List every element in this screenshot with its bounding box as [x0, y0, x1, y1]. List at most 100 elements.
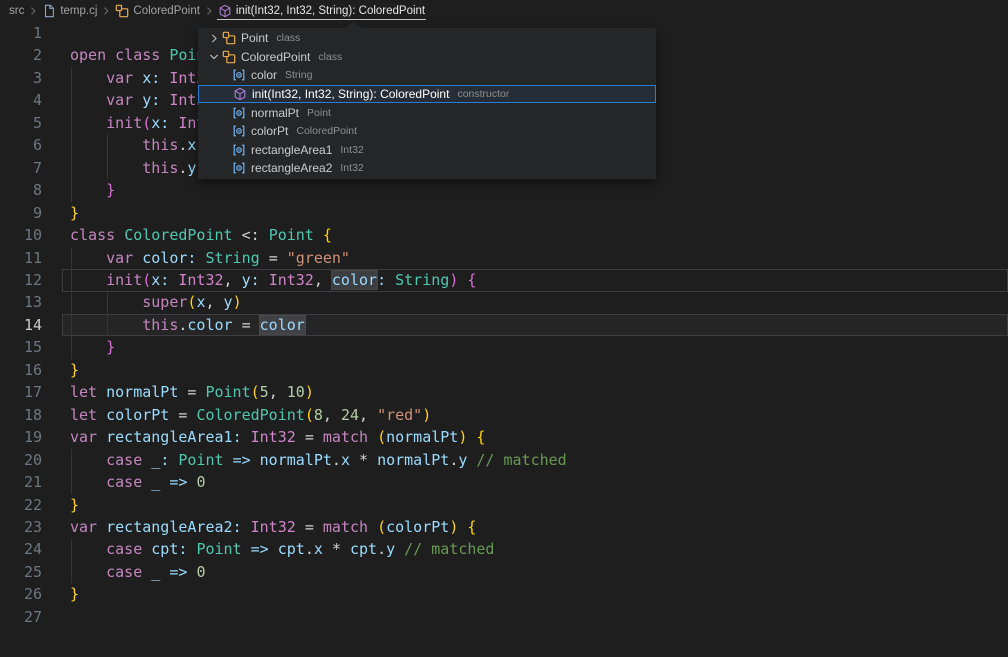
- chevron-right-icon: [100, 5, 112, 17]
- code-line[interactable]: 18 let colorPt = ColoredPoint(8, 24, "re…: [0, 404, 1008, 426]
- file-icon: [42, 4, 56, 18]
- code-line[interactable]: 17 let normalPt = Point(5, 10): [0, 381, 1008, 403]
- field-icon: [232, 161, 246, 175]
- line-content: class ColoredPoint <: Point {: [42, 224, 332, 246]
- chevron-right-icon[interactable]: [206, 32, 222, 45]
- line-number: 16: [0, 359, 42, 381]
- line-number: 7: [0, 157, 42, 179]
- code-line[interactable]: 14 this.color = color: [0, 314, 1008, 336]
- chevron-down-icon[interactable]: [206, 50, 222, 63]
- line-number: 1: [0, 22, 42, 44]
- code-line[interactable]: 19 var rectangleArea1: Int32 = match (no…: [0, 426, 1008, 448]
- line-number: 8: [0, 179, 42, 201]
- line-number: 17: [0, 381, 42, 403]
- breadcrumb: src temp.cj ColoredPoint init(Int32, Int…: [0, 0, 1008, 22]
- line-content: let normalPt = Point(5, 10): [42, 381, 314, 403]
- line-number: 24: [0, 538, 42, 560]
- field-icon: [232, 143, 246, 157]
- line-content: }: [42, 179, 115, 201]
- line-content: init(x: Int32, y: Int32, color: String) …: [42, 269, 476, 291]
- symbol-picker-item[interactable]: normalPt Point: [198, 103, 656, 122]
- code-line[interactable]: 23 var rectangleArea2: Int32 = match (co…: [0, 516, 1008, 538]
- breadcrumb-item-init-int32-int32-string-[interactable]: init(Int32, Int32, String): ColoredPoint: [217, 2, 426, 20]
- field-icon: [232, 106, 246, 120]
- breadcrumb-item-src[interactable]: src: [8, 3, 25, 20]
- constructor-icon: [218, 4, 232, 18]
- chevron-right-icon: [203, 5, 215, 17]
- line-content: var rectangleArea2: Int32 = match (color…: [42, 516, 476, 538]
- line-number: 6: [0, 134, 42, 156]
- line-content: }: [42, 494, 79, 516]
- symbol-picker-item[interactable]: Point class: [198, 29, 656, 48]
- line-content: case cpt: Point => cpt.x * cpt.y // matc…: [42, 538, 494, 560]
- line-content: [42, 22, 70, 44]
- line-number: 15: [0, 336, 42, 358]
- line-content: super(x, y): [42, 291, 242, 313]
- line-number: 18: [0, 404, 42, 426]
- code-line[interactable]: 21 case _ => 0: [0, 471, 1008, 493]
- line-number: 26: [0, 583, 42, 605]
- field-icon: [232, 68, 246, 82]
- line-content: }: [42, 583, 79, 605]
- line-content: case _ => 0: [42, 561, 205, 583]
- line-number: 4: [0, 89, 42, 111]
- symbol-picker-item[interactable]: color String: [198, 66, 656, 85]
- code-line[interactable]: 24 case cpt: Point => cpt.x * cpt.y // m…: [0, 538, 1008, 560]
- line-number: 14: [0, 314, 42, 336]
- line-number: 23: [0, 516, 42, 538]
- line-number: 3: [0, 67, 42, 89]
- line-number: 13: [0, 291, 42, 313]
- class-icon: [222, 31, 236, 45]
- code-line[interactable]: 27: [0, 606, 1008, 628]
- class-icon: [115, 4, 129, 18]
- line-number: 9: [0, 202, 42, 224]
- code-line[interactable]: 12 init(x: Int32, y: Int32, color: Strin…: [0, 269, 1008, 291]
- symbol-picker-item[interactable]: colorPt ColoredPoint: [198, 122, 656, 141]
- line-content: }: [42, 336, 115, 358]
- vscode-editor-window: src temp.cj ColoredPoint init(Int32, Int…: [0, 0, 1008, 657]
- code-line[interactable]: 13 super(x, y): [0, 291, 1008, 313]
- dropdown-notch: [345, 22, 361, 28]
- line-number: 27: [0, 606, 42, 628]
- line-number: 19: [0, 426, 42, 448]
- line-number: 25: [0, 561, 42, 583]
- line-content: [42, 606, 70, 628]
- symbol-picker-item[interactable]: rectangleArea2 Int32: [198, 159, 656, 178]
- code-line[interactable]: 15 }: [0, 336, 1008, 358]
- line-content: case _ => 0: [42, 471, 205, 493]
- line-content: }: [42, 202, 79, 224]
- code-line[interactable]: 10 class ColoredPoint <: Point {: [0, 224, 1008, 246]
- constructor-icon: [233, 87, 247, 101]
- code-line[interactable]: 9 }: [0, 202, 1008, 224]
- code-line[interactable]: 22 }: [0, 494, 1008, 516]
- breadcrumb-item-temp-cj[interactable]: temp.cj: [41, 3, 98, 20]
- breadcrumb-symbol-dropdown: Point class ColoredPoint class color Str…: [198, 28, 656, 179]
- chevron-right-icon: [27, 5, 39, 17]
- code-line[interactable]: 16 }: [0, 359, 1008, 381]
- line-number: 10: [0, 224, 42, 246]
- code-line[interactable]: 11 var color: String = "green": [0, 247, 1008, 269]
- field-icon: [232, 124, 246, 138]
- line-content: var y: Int32: [42, 89, 215, 111]
- line-number: 21: [0, 471, 42, 493]
- class-icon: [222, 50, 236, 64]
- symbol-picker-item-selected[interactable]: init(Int32, Int32, String): ColoredPoint…: [198, 85, 656, 104]
- line-number: 11: [0, 247, 42, 269]
- line-content: let colorPt = ColoredPoint(8, 24, "red"): [42, 404, 431, 426]
- line-number: 12: [0, 269, 42, 291]
- breadcrumb-item-coloredpoint[interactable]: ColoredPoint: [114, 3, 200, 20]
- symbol-picker-item[interactable]: rectangleArea1 Int32: [198, 141, 656, 160]
- line-content: }: [42, 359, 79, 381]
- line-content: this.color = color: [42, 314, 305, 336]
- line-number: 2: [0, 44, 42, 66]
- code-line[interactable]: 26 }: [0, 583, 1008, 605]
- line-number: 5: [0, 112, 42, 134]
- line-content: var rectangleArea1: Int32 = match (norma…: [42, 426, 485, 448]
- line-content: var x: Int32: [42, 67, 215, 89]
- symbol-picker-item[interactable]: ColoredPoint class: [198, 48, 656, 67]
- code-line[interactable]: 20 case _: Point => normalPt.x * normalP…: [0, 449, 1008, 471]
- line-number: 20: [0, 449, 42, 471]
- code-line[interactable]: 8 }: [0, 179, 1008, 201]
- code-line[interactable]: 25 case _ => 0: [0, 561, 1008, 583]
- line-content: var color: String = "green": [42, 247, 350, 269]
